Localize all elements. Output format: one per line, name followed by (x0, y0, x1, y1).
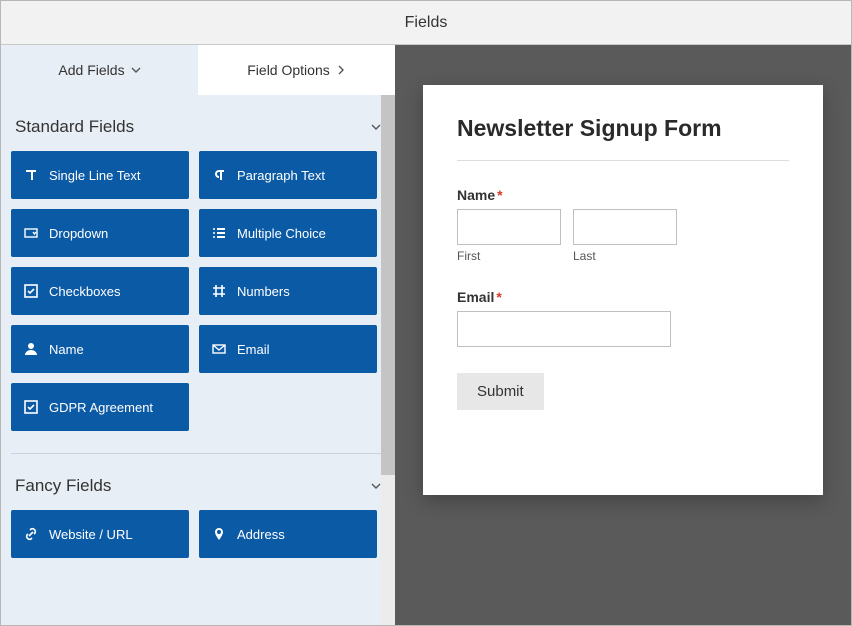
check-icon (23, 400, 39, 414)
section-standard-fields[interactable]: Standard Fields (11, 95, 385, 151)
pin-icon (211, 527, 227, 541)
required-asterisk: * (496, 289, 501, 305)
required-asterisk: * (497, 187, 502, 203)
field-label: Checkboxes (49, 284, 121, 299)
email-field-group: Email* (457, 289, 789, 347)
name-field-group: Name* First Last (457, 187, 789, 263)
field-checkboxes[interactable]: Checkboxes (11, 267, 189, 315)
field-label: Website / URL (49, 527, 133, 542)
submit-button[interactable]: Submit (457, 373, 544, 410)
field-email[interactable]: Email (199, 325, 377, 373)
section-title: Fancy Fields (15, 476, 111, 496)
field-label: Multiple Choice (237, 226, 326, 241)
field-numbers[interactable]: Numbers (199, 267, 377, 315)
divider (457, 160, 789, 161)
preview-area: Newsletter Signup Form Name* First Last (395, 45, 851, 625)
chevron-down-icon (131, 65, 141, 75)
mail-icon (211, 342, 227, 356)
user-icon (23, 342, 39, 356)
email-input[interactable] (457, 311, 671, 347)
field-label: Numbers (237, 284, 290, 299)
chevron-down-icon (371, 481, 381, 491)
tab-add-fields[interactable]: Add Fields (1, 45, 198, 95)
section-fancy-fields[interactable]: Fancy Fields (11, 454, 385, 510)
tab-label: Add Fields (58, 62, 124, 78)
label-text: Name (457, 187, 495, 203)
window-title: Fields (1, 1, 851, 45)
field-label: Name (49, 342, 84, 357)
label-text: Email (457, 289, 494, 305)
scrollbar-thumb[interactable] (381, 95, 395, 475)
email-label: Email* (457, 289, 789, 305)
list-icon (211, 226, 227, 240)
check-icon (23, 284, 39, 298)
field-gdpr-agreement[interactable]: GDPR Agreement (11, 383, 189, 431)
scrollbar-track[interactable] (381, 95, 395, 625)
hash-icon (211, 284, 227, 298)
form-heading: Newsletter Signup Form (457, 115, 789, 142)
field-website-url[interactable]: Website / URL (11, 510, 189, 558)
tab-field-options[interactable]: Field Options (198, 45, 395, 95)
left-panel: Add Fields Field Options Standard Fields (1, 45, 395, 625)
last-sublabel: Last (573, 249, 677, 263)
field-multiple-choice[interactable]: Multiple Choice (199, 209, 377, 257)
chevron-down-icon (371, 122, 381, 132)
field-label: Single Line Text (49, 168, 141, 183)
field-label: Dropdown (49, 226, 108, 241)
section-title: Standard Fields (15, 117, 134, 137)
paragraph-icon (211, 168, 227, 182)
link-icon (23, 527, 39, 541)
last-name-input[interactable] (573, 209, 677, 245)
first-sublabel: First (457, 249, 561, 263)
dropdown-icon (23, 226, 39, 240)
field-single-line-text[interactable]: Single Line Text (11, 151, 189, 199)
first-name-input[interactable] (457, 209, 561, 245)
form-preview: Newsletter Signup Form Name* First Last (423, 85, 823, 495)
field-label: GDPR Agreement (49, 400, 153, 415)
text-icon (23, 168, 39, 182)
field-name[interactable]: Name (11, 325, 189, 373)
chevron-right-icon (336, 65, 346, 75)
field-label: Paragraph Text (237, 168, 325, 183)
name-label: Name* (457, 187, 789, 203)
tab-label: Field Options (247, 62, 329, 78)
field-dropdown[interactable]: Dropdown (11, 209, 189, 257)
field-address[interactable]: Address (199, 510, 377, 558)
field-label: Email (237, 342, 270, 357)
field-label: Address (237, 527, 285, 542)
field-paragraph-text[interactable]: Paragraph Text (199, 151, 377, 199)
